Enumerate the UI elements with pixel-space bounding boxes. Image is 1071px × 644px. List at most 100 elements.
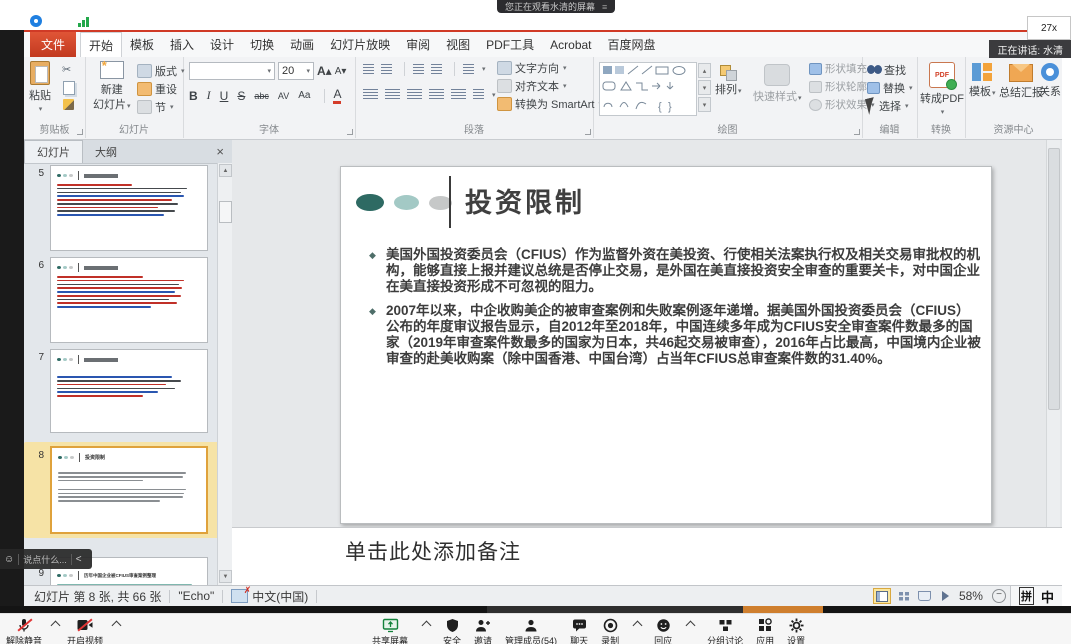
- justify-icon[interactable]: [429, 89, 444, 100]
- ime-indicator[interactable]: 拼 中: [1010, 586, 1062, 606]
- section-button[interactable]: 节▾: [137, 99, 174, 115]
- slide-editor[interactable]: 投资限制 美国外国投资委员会（CFIUS）作为监督外资在美投资、行使相关法案执行…: [340, 166, 992, 524]
- record-options-chevron[interactable]: [633, 621, 643, 631]
- cut-button[interactable]: ✂: [62, 63, 71, 76]
- underline-button[interactable]: U: [220, 89, 229, 103]
- align-right-icon[interactable]: [407, 89, 422, 100]
- italic-button[interactable]: I: [207, 88, 211, 103]
- line-spacing-icon[interactable]: [463, 64, 474, 75]
- reset-button[interactable]: 重设: [137, 81, 177, 97]
- shrink-font-button[interactable]: A▾: [335, 66, 347, 77]
- quick-styles-button[interactable]: 快速样式▾: [753, 64, 802, 104]
- normal-view-button[interactable]: [873, 588, 891, 604]
- strikethrough-button[interactable]: S: [237, 89, 245, 103]
- font-color-button[interactable]: A: [333, 87, 341, 104]
- tab-home[interactable]: 开始: [80, 32, 122, 57]
- char-spacing-button[interactable]: AV: [278, 91, 289, 101]
- video-options-chevron[interactable]: [112, 621, 122, 631]
- zoom-level[interactable]: 58%: [959, 589, 983, 603]
- tab-design[interactable]: 设计: [202, 32, 242, 57]
- tab-slideshow[interactable]: 幻灯片放映: [322, 32, 398, 57]
- invite-button[interactable]: 邀请: [474, 617, 492, 644]
- tab-template[interactable]: 模板: [122, 32, 162, 57]
- tab-insert[interactable]: 插入: [162, 32, 202, 57]
- tab-animation[interactable]: 动画: [282, 32, 322, 57]
- zoom-out-icon[interactable]: −: [992, 589, 1006, 603]
- increase-indent-icon[interactable]: [431, 64, 442, 75]
- panel-scrollbar[interactable]: ▲ ▼: [217, 163, 232, 585]
- share-screen-button[interactable]: 共享屏幕: [372, 617, 408, 644]
- spellcheck-icon[interactable]: [231, 589, 248, 603]
- tab-baidu-netdisk[interactable]: 百度网盘: [600, 32, 664, 57]
- collapse-chat-icon[interactable]: <: [76, 554, 82, 565]
- arrange-button[interactable]: 排列▾: [715, 65, 742, 97]
- tab-pdf-tools[interactable]: PDF工具: [478, 32, 542, 57]
- scrollbar-thumb[interactable]: [219, 201, 232, 223]
- decrease-indent-icon[interactable]: [413, 64, 424, 75]
- slide-thumbnail-7[interactable]: [50, 349, 208, 433]
- theme-name[interactable]: "Echo": [178, 589, 214, 603]
- reactions-button[interactable]: 回应: [654, 617, 672, 644]
- tab-review[interactable]: 审阅: [398, 32, 438, 57]
- notes-placeholder[interactable]: 单击此处添加备注: [345, 536, 521, 566]
- slide-title[interactable]: 投资限制: [465, 181, 585, 220]
- scroll-up-icon[interactable]: ▲: [219, 164, 232, 177]
- slide-body-textbox[interactable]: 美国外国投资委员会（CFIUS）作为监督外资在美投资、行使相关法案执行权及相关交…: [369, 247, 981, 376]
- text-direction-button[interactable]: 文字方向▾: [497, 60, 567, 76]
- columns-icon[interactable]: [473, 89, 484, 100]
- audio-options-chevron[interactable]: [51, 621, 61, 631]
- slide-thumbnail-5[interactable]: [50, 165, 208, 251]
- banner-menu-icon[interactable]: ≡: [602, 2, 607, 12]
- security-button[interactable]: 安全: [443, 617, 461, 644]
- tray-app-icon[interactable]: [30, 15, 42, 27]
- language-indicator[interactable]: 中文(中国): [252, 588, 308, 605]
- slide-thumbnail-8[interactable]: 投资限制: [50, 446, 208, 534]
- tab-transition[interactable]: 切换: [242, 32, 282, 57]
- chat-button[interactable]: 聊天: [570, 617, 588, 644]
- manage-participants-button[interactable]: 管理成员(54): [505, 617, 557, 644]
- drawing-dialog-launcher[interactable]: [854, 129, 860, 135]
- relation-button[interactable]: 关系: [1039, 63, 1061, 99]
- paragraph-dialog-launcher[interactable]: [585, 129, 591, 135]
- align-center-icon[interactable]: [385, 89, 400, 100]
- format-painter-button[interactable]: [63, 99, 74, 110]
- unmute-button[interactable]: 解除静音: [6, 617, 42, 644]
- bullets-icon[interactable]: [363, 64, 374, 75]
- summary-report-button[interactable]: 总结汇报: [999, 64, 1043, 100]
- notes-pane[interactable]: 单击此处添加备注: [232, 527, 1062, 586]
- change-case-button[interactable]: Aa: [298, 90, 310, 101]
- copy-button[interactable]: [63, 81, 75, 95]
- ime-chinese[interactable]: 中: [1041, 587, 1054, 606]
- settings-button[interactable]: 设置: [787, 617, 805, 644]
- chat-input-placeholder[interactable]: 说点什么...: [23, 553, 67, 566]
- tab-acrobat[interactable]: Acrobat: [542, 32, 599, 57]
- reactions-options-chevron[interactable]: [686, 621, 696, 631]
- bold-button[interactable]: B: [189, 89, 198, 103]
- new-slide-button[interactable]: 新建 幻灯片▾: [93, 61, 131, 112]
- slide-thumbnail-6[interactable]: [50, 257, 208, 343]
- apps-button[interactable]: 应用: [756, 617, 774, 644]
- strike-abc-button[interactable]: abc: [254, 91, 269, 101]
- numbering-icon[interactable]: [381, 64, 392, 75]
- slide-sorter-view-button[interactable]: [896, 589, 912, 603]
- font-dialog-launcher[interactable]: [347, 129, 353, 135]
- slideshow-button[interactable]: [938, 589, 954, 603]
- shapes-scroll[interactable]: ▴▾▾: [698, 63, 711, 112]
- record-button[interactable]: 录制: [601, 617, 619, 644]
- file-menu-button[interactable]: 文件: [30, 32, 76, 57]
- convert-pdf-button[interactable]: PDF 转成PDF▾: [920, 62, 964, 116]
- breakout-rooms-button[interactable]: 分组讨论: [707, 617, 743, 644]
- start-video-button[interactable]: 开启视频: [67, 617, 103, 644]
- template-button[interactable]: 模板▾: [969, 63, 996, 99]
- shapes-gallery[interactable]: {}: [599, 62, 697, 116]
- distribute-icon[interactable]: [451, 89, 466, 100]
- find-button[interactable]: 查找: [867, 62, 906, 78]
- chat-overlay[interactable]: ☺ 说点什么... <: [0, 549, 92, 569]
- grow-font-button[interactable]: A▴: [317, 64, 332, 78]
- align-text-button[interactable]: 对齐文本▾: [497, 78, 567, 94]
- select-button[interactable]: 选择▾: [867, 98, 909, 114]
- replace-button[interactable]: 替换▾: [867, 80, 913, 96]
- ime-pinyin[interactable]: 拼: [1019, 587, 1034, 605]
- align-left-icon[interactable]: [363, 89, 378, 100]
- reading-view-button[interactable]: [917, 589, 933, 603]
